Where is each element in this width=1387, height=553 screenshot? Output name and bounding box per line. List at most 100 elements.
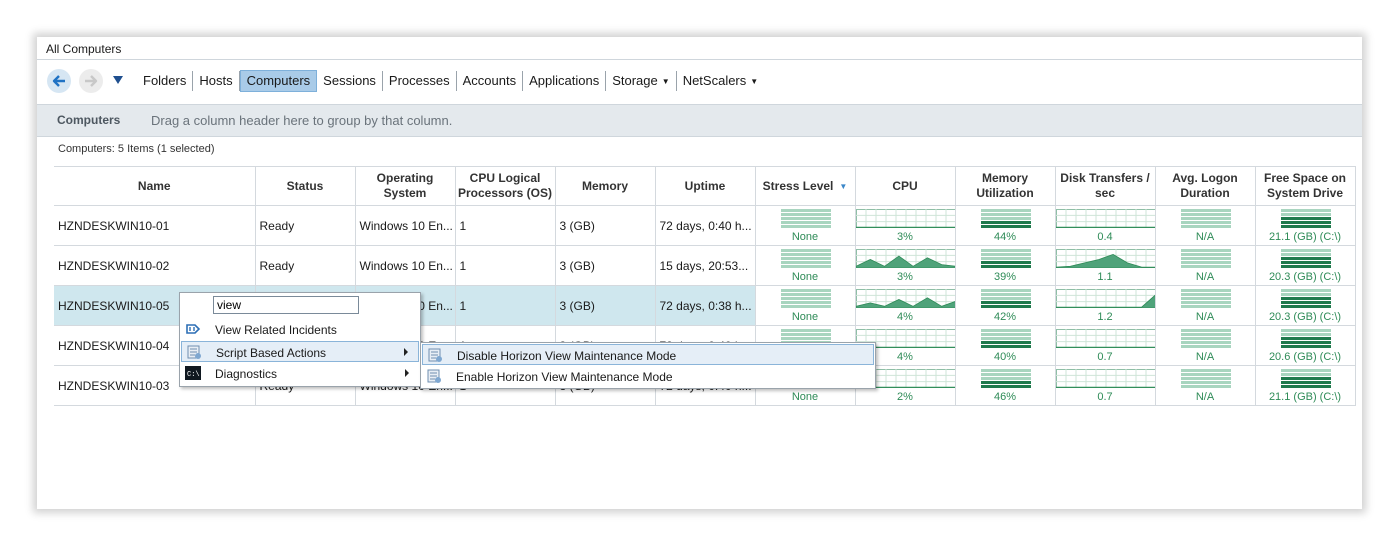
cell-free-space-value: 20.3 (GB) (C:\) <box>1268 311 1342 323</box>
cell-name: HZNDESKWIN10-02 <box>54 245 256 286</box>
cell-avg-logon: N/A <box>1155 245 1256 286</box>
table-row[interactable]: HZNDESKWIN10-02 Ready Windows 10 En... 1 3 (… <box>54 245 1356 286</box>
cell-avg-logon: N/A <box>1155 285 1256 326</box>
history-dropdown-icon[interactable] <box>113 76 123 84</box>
memory-bars-icon <box>980 289 1031 308</box>
cell-cpu: 3% <box>855 205 956 246</box>
cell-memory-utilization: 42% <box>955 285 1056 326</box>
cell-name: HZNDESKWIN10-01 <box>54 205 256 246</box>
table-row[interactable]: HZNDESKWIN10-01 Ready Windows 10 En... 1 3 (… <box>54 205 1356 246</box>
cell-free-space: 20.3 (GB) (C:\) <box>1255 285 1356 326</box>
cell-free-space: 21.1 (GB) (C:\) <box>1255 365 1356 406</box>
nav-link-computers[interactable]: Computers <box>239 70 318 92</box>
menu-item-script-based-actions[interactable]: Script Based Actions <box>181 341 419 362</box>
menu-item-view-related-incidents[interactable]: View Related Incidents <box>181 319 419 340</box>
column-header-label: Stress Level <box>762 178 834 193</box>
menu-item-label: View Related Incidents <box>215 323 337 337</box>
nav-link-sessions[interactable]: Sessions <box>317 71 383 91</box>
nav-link-accounts[interactable]: Accounts <box>457 71 524 91</box>
column-header-label: Memory <box>581 178 628 193</box>
cell-disk-transfers-value: 0.7 <box>1097 391 1113 403</box>
submenu-item-disable-maintenance[interactable]: Disable Horizon View Maintenance Mode <box>422 344 874 365</box>
cell-avg-logon: N/A <box>1155 205 1256 246</box>
disk-sparkline-icon <box>1055 329 1154 348</box>
cell-avg-logon-value: N/A <box>1195 271 1215 283</box>
column-header[interactable]: Avg. Logon Duration <box>1155 166 1256 206</box>
nav-link-label: Applications <box>529 73 600 88</box>
cell-cpu-logical-processors: 1 <box>455 205 556 246</box>
disk-sparkline-icon <box>1055 209 1154 228</box>
title-bar: All Computers <box>37 37 1362 59</box>
cell-free-space: 21.1 (GB) (C:\) <box>1255 205 1356 246</box>
cell-os: Windows 10 En... <box>355 245 456 286</box>
cell-memory-utilization: 39% <box>955 245 1056 286</box>
column-header[interactable]: Stress Level ▼ <box>755 166 856 206</box>
column-header[interactable]: Uptime <box>655 166 756 206</box>
navigation-bar: Folders Hosts Computers Sessions Processes Ac… <box>37 59 1362 96</box>
cell-stress-level-value: None <box>791 231 819 243</box>
submenu-item-enable-maintenance[interactable]: Enable Horizon View Maintenance Mode <box>422 366 874 387</box>
nav-link-label: Accounts <box>462 73 517 88</box>
nav-link-label: NetScalers <box>682 73 747 88</box>
memory-bars-icon <box>980 209 1031 228</box>
column-header[interactable]: Operating System <box>355 166 456 206</box>
menu-item-diagnostics[interactable]: C:\ Diagnostics <box>181 363 419 384</box>
nav-link-netscalers[interactable]: NetScalers ▼ <box>677 71 765 91</box>
menu-item-label: Script Based Actions <box>216 346 327 360</box>
column-header[interactable]: CPU <box>855 166 956 206</box>
cell-stress-level-value: None <box>791 311 819 323</box>
back-button[interactable] <box>47 69 71 93</box>
cell-memory-utilization-value: 39% <box>993 271 1017 283</box>
forward-button[interactable] <box>79 69 103 93</box>
cell-stress-level: None <box>755 205 856 246</box>
column-header[interactable]: Memory Utilization <box>955 166 1056 206</box>
memory-bars-icon <box>980 249 1031 268</box>
grid-header-row: Name Status Operating System CPU Logical Pr… <box>54 166 1356 206</box>
cell-avg-logon-value: N/A <box>1195 231 1215 243</box>
group-hint: Drag a column header here to group by th… <box>151 113 453 128</box>
column-header[interactable]: Free Space on System Drive <box>1255 166 1356 206</box>
cell-avg-logon-value: N/A <box>1195 311 1215 323</box>
cell-free-space-value: 20.3 (GB) (C:\) <box>1268 271 1342 283</box>
cell-status: Ready <box>255 205 356 246</box>
cell-memory-utilization: 46% <box>955 365 1056 406</box>
cell-cpu: 4% <box>855 285 956 326</box>
cell-os: Windows 10 En... <box>355 205 456 246</box>
stress-level-bars-icon <box>1180 369 1231 388</box>
group-by-bar[interactable]: Computers Drag a column header here to g… <box>37 104 1362 137</box>
cell-uptime: 72 days, 0:40 h... <box>655 205 756 246</box>
cell-memory-utilization-value: 44% <box>993 231 1017 243</box>
submenu-item-label: Disable Horizon View Maintenance Mode <box>457 349 677 363</box>
column-header[interactable]: Name <box>54 166 256 206</box>
nav-link-processes[interactable]: Processes <box>383 71 457 91</box>
column-header[interactable]: CPU Logical Processors (OS) <box>455 166 556 206</box>
cell-cpu-value: 2% <box>897 391 913 403</box>
context-menu-search-input[interactable] <box>213 296 359 314</box>
cell-avg-logon-value: N/A <box>1195 351 1215 363</box>
cpu-sparkline-icon <box>855 249 954 268</box>
disk-space-bars-icon <box>1280 369 1331 388</box>
nav-link-label: Processes <box>388 73 450 88</box>
column-header[interactable]: Disk Transfers / sec <box>1055 166 1156 206</box>
sort-desc-icon[interactable]: ▼ <box>839 182 847 191</box>
nav-link-folders[interactable]: Folders <box>137 71 194 91</box>
column-header[interactable]: Memory <box>555 166 656 206</box>
stress-level-bars-icon <box>1180 329 1231 348</box>
script-actions-submenu: Disable Horizon View Maintenance Mode En… <box>420 342 876 389</box>
nav-link-storage[interactable]: Storage ▼ <box>606 71 677 91</box>
dropdown-caret-icon: ▼ <box>661 77 670 86</box>
disk-space-bars-icon <box>1280 329 1331 348</box>
cell-disk-transfers: 0.4 <box>1055 205 1156 246</box>
nav-link-applications[interactable]: Applications <box>523 71 607 91</box>
nav-link-label: Storage <box>612 73 658 88</box>
cell-cpu-value: 3% <box>897 231 913 243</box>
cell-disk-transfers: 1.2 <box>1055 285 1156 326</box>
cell-avg-logon-value: N/A <box>1195 391 1215 403</box>
stress-level-bars-icon <box>780 249 831 268</box>
nav-link-hosts[interactable]: Hosts <box>193 71 240 91</box>
cell-memory-utilization-value: 40% <box>993 351 1017 363</box>
column-header[interactable]: Status <box>255 166 356 206</box>
nav-link-label: Folders <box>143 73 187 88</box>
cell-cpu-value: 3% <box>897 271 913 283</box>
cell-memory-utilization: 44% <box>955 205 1056 246</box>
